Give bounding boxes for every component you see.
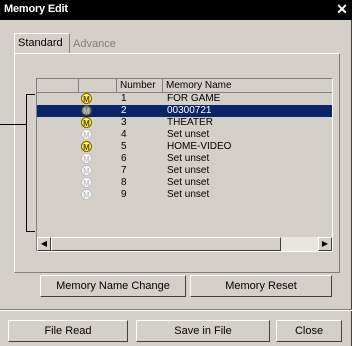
list-item[interactable]: M 1 FOR GAME	[37, 93, 332, 105]
window-title: Memory Edit	[4, 3, 68, 15]
tab-advance[interactable]: Advance	[70, 35, 134, 53]
memory-icon: M	[81, 129, 92, 140]
memory-icon: M	[81, 153, 92, 164]
memory-list[interactable]: Number Memory Name M 1 FOR GAME M 2 00300721 M…	[36, 78, 333, 252]
memory-name: HOME-VIDEO	[167, 141, 232, 152]
tab-standard[interactable]: Standard	[14, 33, 70, 53]
memory-number: 7	[121, 165, 127, 176]
divider	[0, 309, 352, 311]
memory-icon: M	[81, 141, 92, 152]
memory-name: Set unset	[167, 165, 210, 176]
column-header-icon[interactable]	[79, 79, 117, 93]
leader-line	[0, 124, 27, 125]
list-item[interactable]: M 5 HOME-VIDEO	[37, 141, 332, 153]
memory-number: 4	[121, 129, 127, 140]
memory-number: 2	[121, 105, 127, 116]
horizontal-scrollbar[interactable]: ◀ ▶	[37, 237, 332, 251]
memory-number: 5	[121, 141, 127, 152]
list-item[interactable]: M 6 Set unset	[37, 153, 332, 165]
file-read-button[interactable]: File Read	[8, 320, 128, 342]
memory-icon: M	[81, 93, 92, 104]
memory-icon: M	[81, 177, 92, 188]
memory-name: 00300721	[167, 105, 212, 116]
column-header-number[interactable]: Number	[117, 79, 163, 93]
list-item[interactable]: M 4 Set unset	[37, 129, 332, 141]
memory-number: 3	[121, 117, 127, 128]
bracket-marker	[26, 94, 35, 232]
memory-icon: M	[81, 165, 92, 176]
memory-number: 8	[121, 177, 127, 188]
scroll-thumb[interactable]	[51, 237, 281, 251]
close-icon[interactable]: ✕	[334, 2, 350, 17]
list-item[interactable]: M 8 Set unset	[37, 177, 332, 189]
memory-name: Set unset	[167, 189, 210, 200]
list-item[interactable]: M 2 00300721	[37, 105, 332, 117]
memory-number: 1	[121, 93, 127, 104]
memory-reset-button[interactable]: Memory Reset	[190, 275, 332, 297]
memory-name: THEATER	[167, 117, 213, 128]
list-item[interactable]: M 9 Set unset	[37, 189, 332, 201]
column-header-blank[interactable]	[37, 79, 79, 93]
memory-name: FOR GAME	[167, 93, 221, 104]
list-item[interactable]: M 3 THEATER	[37, 117, 332, 129]
memory-name: Set unset	[167, 129, 210, 140]
memory-icon: M	[81, 117, 92, 128]
list-header: Number Memory Name	[37, 79, 332, 93]
memory-name: Set unset	[167, 153, 210, 164]
scroll-left-icon[interactable]: ◀	[37, 237, 51, 251]
memory-icon: M	[81, 105, 92, 116]
memory-name-change-button[interactable]: Memory Name Change	[40, 275, 186, 297]
scroll-right-icon[interactable]: ▶	[318, 237, 332, 251]
memory-icon: M	[81, 189, 92, 200]
close-button[interactable]: Close	[276, 320, 342, 342]
list-item[interactable]: M 7 Set unset	[37, 165, 332, 177]
memory-name: Set unset	[167, 177, 210, 188]
column-header-memory-name[interactable]: Memory Name	[163, 79, 332, 93]
save-in-file-button[interactable]: Save in File	[136, 320, 270, 342]
title-bar[interactable]: Memory Edit ✕	[0, 0, 352, 20]
memory-edit-window: Memory Edit ✕ Standard Advance Number Me…	[0, 0, 352, 346]
memory-number: 9	[121, 189, 127, 200]
memory-number: 6	[121, 153, 127, 164]
